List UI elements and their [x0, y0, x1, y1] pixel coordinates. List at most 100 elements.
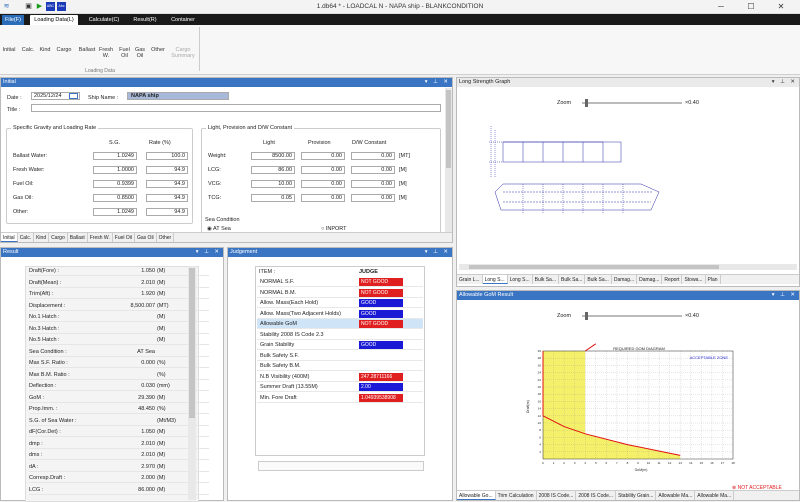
judgement-row[interactable]: Min. Fore Draft 1.04939538908: [257, 393, 423, 403]
panel-controls-icon[interactable]: ▾ ⊥ ✕: [425, 248, 450, 257]
minimize-button[interactable]: ─: [710, 0, 732, 14]
scroll-thumb[interactable]: [189, 268, 195, 418]
sg-value-field[interactable]: 1.0249: [93, 152, 137, 160]
judgement-row[interactable]: Summer Draft (13.55M) 2.00: [257, 382, 423, 392]
judgement-row[interactable]: Bulk Safety B.M.: [257, 361, 423, 371]
panel-controls-icon[interactable]: ▾ ⊥ ✕: [425, 78, 450, 87]
zoom-slider[interactable]: [582, 99, 682, 107]
panel-controls-icon[interactable]: ▾ ⊥ ✕: [196, 248, 221, 257]
tab-longtabs-1[interactable]: Long S...: [482, 275, 508, 284]
dw-value-field[interactable]: 0.00: [351, 194, 395, 202]
tab-longtabs-5[interactable]: Bulk Sa...: [585, 275, 612, 284]
provision-value-field[interactable]: 0.00: [301, 180, 345, 188]
tab-gomtabs-5[interactable]: Allowable Ma...: [656, 491, 696, 500]
tab-gomtabs-0[interactable]: Allowable Go...: [457, 491, 496, 500]
initial-scrollbar[interactable]: [445, 88, 452, 232]
judgement-row[interactable]: NORMAL B.M. NOT GOOD: [257, 288, 423, 298]
maximize-button[interactable]: ☐: [740, 0, 762, 14]
cargo-summary-button[interactable]: Cargo Summary: [170, 47, 196, 59]
tab-gomtabs-2[interactable]: 2008 IS Code...: [537, 491, 577, 500]
tab-inittabs-5[interactable]: Fresh W.: [88, 233, 113, 242]
tab-inittabs-2[interactable]: Kind: [34, 233, 50, 242]
tab-longtabs-8[interactable]: Report: [662, 275, 683, 284]
judgement-row[interactable]: NORMAL S.F. NOT GOOD: [257, 277, 423, 287]
sg-value-field[interactable]: 1.0000: [93, 166, 137, 174]
dw-value-field[interactable]: 0.00: [351, 166, 395, 174]
tab-inittabs-8[interactable]: Other: [157, 233, 175, 242]
dw-value-field[interactable]: 0.00: [351, 152, 395, 160]
tab-inittabs-4[interactable]: Ballast: [68, 233, 88, 242]
gom-zoom-slider[interactable]: [582, 312, 682, 320]
tab-longtabs-4[interactable]: Bulk Sa...: [559, 275, 586, 284]
other-button[interactable]: Other: [149, 47, 167, 53]
rate-value-field[interactable]: 94.9: [146, 180, 188, 188]
tab-gomtabs-4[interactable]: Stability Grain...: [616, 491, 657, 500]
light-value-field[interactable]: 86.00: [251, 166, 295, 174]
gom-zoom-slider-thumb[interactable]: [585, 312, 588, 320]
calendar-icon[interactable]: [69, 93, 78, 99]
zoom-slider-thumb[interactable]: [585, 99, 588, 107]
item-header: ITEM :: [259, 269, 276, 275]
tab-longtabs-10[interactable]: Plan: [706, 275, 721, 284]
fresh-water-button[interactable]: Fresh W.: [99, 47, 113, 59]
tab-gomtabs-3[interactable]: 2008 IS Code...: [576, 491, 617, 500]
tab-longtabs-9[interactable]: Stowa...: [682, 275, 706, 284]
tab-longtabs-3[interactable]: Bulk Sa...: [533, 275, 560, 284]
long-hscrollbar[interactable]: [459, 264, 797, 270]
tab-calculate[interactable]: Calculate(C): [84, 15, 124, 25]
tab-inittabs-7[interactable]: Gas Oil: [135, 233, 157, 242]
tab-longtabs-2[interactable]: Long S...: [508, 275, 533, 284]
panel-controls-icon[interactable]: ▾ ⊥ ✕: [772, 78, 797, 87]
tab-loading-data[interactable]: Loading Data(L): [30, 15, 78, 25]
tab-inittabs-1[interactable]: Calc.: [18, 233, 35, 242]
tab-file[interactable]: File(F): [2, 15, 24, 25]
tab-inittabs-0[interactable]: Initial: [1, 233, 18, 242]
judgement-row[interactable]: Allowable GoM NOT GOOD: [257, 319, 423, 329]
sg-value-field[interactable]: 0.8500: [93, 194, 137, 202]
tab-longtabs-0[interactable]: Grain L...: [457, 275, 483, 284]
rate-value-field[interactable]: 100.0: [146, 152, 188, 160]
provision-value-field[interactable]: 0.00: [301, 194, 345, 202]
ship-name-field[interactable]: NAPA ship: [127, 92, 229, 100]
kind-button[interactable]: Kind: [38, 47, 52, 53]
light-value-field[interactable]: 10.00: [251, 180, 295, 188]
rate-value-field[interactable]: 94.9: [146, 194, 188, 202]
tab-gomtabs-1[interactable]: Trim Calculation: [496, 491, 537, 500]
cargo-button[interactable]: Cargo: [55, 47, 73, 53]
dw-value-field[interactable]: 0.00: [351, 180, 395, 188]
calc-button[interactable]: Calc.: [20, 47, 36, 53]
judgement-row[interactable]: Allow. Mass(Two Adjacent Holds) GOOD: [257, 309, 423, 319]
close-button[interactable]: ✕: [770, 0, 792, 14]
light-value-field[interactable]: 8500.00: [251, 152, 295, 160]
sg-value-field[interactable]: 1.0249: [93, 208, 137, 216]
tab-longtabs-6[interactable]: Damag...: [612, 275, 638, 284]
judgement-row[interactable]: N.B Visibility (400M) 247.28711166: [257, 372, 423, 382]
initial-panel: Initial ▾ ⊥ ✕ Date : 2025/12/24 Ship Name…: [0, 77, 453, 243]
judgement-row[interactable]: Grain Stability GOOD: [257, 340, 423, 350]
tab-inittabs-6[interactable]: Fuel Oil: [113, 233, 135, 242]
gas-oil-button[interactable]: Gas Oil: [133, 47, 147, 59]
judgement-item: Bulk Safety S.F.: [260, 352, 299, 359]
ballast-button[interactable]: Ballast: [77, 47, 97, 53]
scroll-thumb[interactable]: [446, 90, 451, 168]
provision-value-field[interactable]: 0.00: [301, 166, 345, 174]
initial-button[interactable]: Initial: [1, 47, 17, 53]
tab-result[interactable]: Result(R): [128, 15, 162, 25]
tab-gomtabs-6[interactable]: Allowable Ma...: [695, 491, 735, 500]
panel-controls-icon[interactable]: ▾ ⊥ ✕: [772, 291, 797, 300]
judgement-row[interactable]: Allow. Mass(Each Hold) GOOD: [257, 298, 423, 308]
light-value-field[interactable]: 0.05: [251, 194, 295, 202]
fuel-oil-button[interactable]: Fuel Oil: [118, 47, 131, 59]
tab-longtabs-7[interactable]: Damag...: [637, 275, 663, 284]
judgement-row[interactable]: Bulk Safety S.F.: [257, 351, 423, 361]
judgement-row[interactable]: Stability 2008 IS Code 2.3: [257, 330, 423, 340]
rate-value-field[interactable]: 94.9: [146, 208, 188, 216]
tab-inittabs-3[interactable]: Cargo: [49, 233, 68, 242]
rate-value-field[interactable]: 94.9: [146, 166, 188, 174]
title-field[interactable]: [31, 104, 441, 112]
result-scrollbar[interactable]: [188, 266, 196, 500]
scroll-thumb[interactable]: [469, 265, 719, 269]
sg-value-field[interactable]: 0.9399: [93, 180, 137, 188]
provision-value-field[interactable]: 0.00: [301, 152, 345, 160]
tab-container[interactable]: Container: [166, 15, 200, 25]
